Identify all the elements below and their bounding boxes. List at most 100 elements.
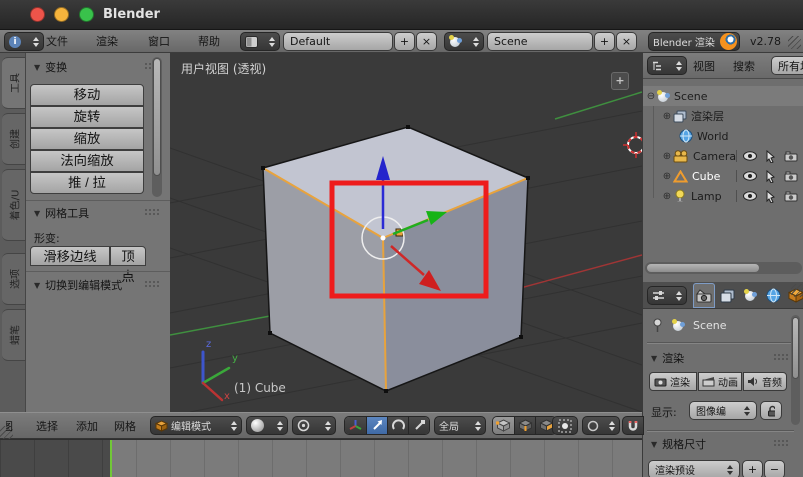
shrink-fatten-button[interactable]: 法向缩放 (30, 150, 144, 172)
transform-orientation-dropdown[interactable]: 全局 (434, 416, 486, 435)
screen-layout-selector[interactable] (240, 32, 280, 51)
outliner-row-world[interactable]: World (643, 126, 803, 146)
tab-tools[interactable]: 工具 (2, 57, 26, 109)
menu-mesh[interactable]: 网格 (114, 413, 136, 438)
panel-header-transform[interactable]: ▼ 变换 (34, 59, 67, 75)
visibility-eye-icon[interactable] (743, 171, 757, 181)
panel-drag-dots[interactable] (773, 353, 788, 361)
scale-button[interactable]: 缩放 (30, 128, 144, 150)
slide-edge-button[interactable]: 滑移边线 (30, 246, 110, 266)
editor-type-selector[interactable] (647, 56, 687, 75)
properties-scrollbar[interactable] (791, 315, 800, 425)
current-frame-marker[interactable] (110, 440, 112, 477)
rotate-button[interactable]: 旋转 (30, 106, 144, 128)
render-toggle-camera-icon[interactable] (784, 151, 798, 162)
edge-select-toggle[interactable] (514, 417, 535, 434)
panel-header-mesh-tools[interactable]: ▼ 网格工具 (34, 205, 89, 221)
outliner-row-lamp[interactable]: ⊕ Lamp (643, 186, 803, 206)
menu-view[interactable]: 视图 (6, 413, 32, 438)
menu-add[interactable]: 添加 (76, 413, 98, 438)
viewport-shading-dropdown[interactable] (246, 416, 288, 435)
snap-toggle[interactable] (622, 416, 644, 435)
expand-node-icon[interactable]: ⊕ (661, 111, 673, 122)
delete-scene-button[interactable]: × (616, 32, 637, 51)
render-toggle-camera-icon[interactable] (784, 171, 798, 182)
panel-drag-dots[interactable] (144, 280, 159, 288)
remove-preset-button[interactable]: − (764, 460, 785, 477)
resize-grip[interactable] (788, 36, 801, 49)
render-preset-dropdown[interactable]: 渲染预设 (648, 460, 740, 477)
selectability-cursor-icon[interactable] (765, 189, 776, 203)
tab-options[interactable]: 选项 (2, 253, 26, 305)
add-layout-button[interactable]: + (394, 32, 415, 51)
tab-render-layers[interactable] (716, 283, 738, 308)
close-window-icon[interactable] (30, 7, 45, 22)
occlude-geometry-toggle[interactable] (552, 416, 578, 435)
tab-create[interactable]: 创建 (2, 113, 26, 165)
selectability-cursor-icon[interactable] (765, 149, 776, 163)
delete-layout-button[interactable]: × (416, 32, 437, 51)
minimize-window-icon[interactable] (54, 7, 69, 22)
menu-help[interactable]: 帮助 (198, 30, 220, 52)
translate-button[interactable]: 移动 (30, 84, 144, 106)
render-button[interactable]: 渲染 (649, 372, 697, 391)
manipulator-scale-toggle[interactable] (408, 417, 429, 434)
expand-node-icon[interactable]: ⊕ (661, 171, 673, 182)
pin-icon[interactable] (651, 318, 664, 333)
tab-shading-uv[interactable]: 着色/U (2, 169, 26, 241)
maximize-window-icon[interactable] (79, 7, 94, 22)
expand-node-icon[interactable]: ⊕ (661, 151, 673, 162)
manipulator-rotate-toggle[interactable] (387, 417, 408, 434)
mode-dropdown[interactable]: 编辑模式 (150, 416, 242, 435)
outliner-scope-dropdown[interactable]: 所有场 (771, 56, 803, 75)
visibility-eye-icon[interactable] (743, 151, 757, 161)
menu-file[interactable]: 文件 (46, 30, 68, 52)
editor-type-selector[interactable] (647, 286, 687, 305)
outliner-row-camera[interactable]: ⊕ Camera (643, 146, 803, 166)
outliner-horizontal-scrollbar[interactable] (645, 262, 802, 274)
resize-grip[interactable] (791, 284, 803, 297)
tab-world[interactable] (762, 283, 784, 308)
toolshelf-scrollbar[interactable] (152, 57, 162, 197)
outliner-menu-view[interactable]: 视图 (693, 53, 715, 78)
open-region-button[interactable]: + (611, 72, 629, 90)
proportional-edit-dropdown[interactable] (582, 416, 620, 435)
manipulator-translate-toggle[interactable] (366, 417, 387, 434)
outliner-row-scene[interactable]: ⊖ Scene (643, 86, 803, 106)
expand-node-icon[interactable]: ⊕ (661, 191, 673, 202)
lock-interface-button[interactable] (760, 401, 782, 420)
visibility-eye-icon[interactable] (743, 191, 757, 201)
menu-window[interactable]: 窗口 (148, 30, 170, 52)
render-toggle-camera-icon[interactable] (784, 191, 798, 202)
scene-selector[interactable] (444, 32, 484, 51)
menu-select[interactable]: 选择 (36, 413, 58, 438)
outliner-menu-search[interactable]: 搜索 (733, 53, 755, 78)
editor-type-selector[interactable]: i (4, 32, 44, 51)
add-scene-button[interactable]: + (594, 32, 615, 51)
panel-drag-dots[interactable] (144, 208, 159, 216)
render-audio-button[interactable]: 音频 (743, 372, 787, 391)
panel-header-dimensions[interactable]: ▼ 规格尺寸 (651, 436, 706, 452)
manipulator-axes-icon[interactable] (345, 417, 366, 434)
add-preset-button[interactable]: + (742, 460, 763, 477)
render-animation-button[interactable]: 动画 (698, 372, 742, 391)
menu-render[interactable]: 渲染 (96, 30, 118, 52)
timeline[interactable] (0, 439, 642, 477)
pivot-point-dropdown[interactable] (292, 416, 336, 435)
panel-header-toggle-editmode[interactable]: ▼ 切换到编辑模式 (34, 277, 122, 293)
panel-header-render[interactable]: ▼ 渲染 (651, 350, 684, 366)
display-mode-dropdown[interactable]: 图像编 (689, 401, 757, 420)
tab-grease-pencil[interactable]: 蜡笔 (2, 309, 26, 361)
selectability-cursor-icon[interactable] (765, 169, 776, 183)
screen-layout-name-field[interactable]: Default (283, 32, 393, 51)
panel-drag-dots[interactable] (773, 439, 788, 447)
vertex-slide-button[interactable]: 顶点 (110, 246, 146, 284)
outliner-row-renderlayers[interactable]: ⊕ 渲染层 (643, 106, 803, 126)
tab-scene[interactable] (739, 283, 761, 308)
tab-render[interactable] (693, 283, 715, 308)
scene-name-field[interactable]: Scene (487, 32, 593, 51)
outliner-row-cube[interactable]: ⊕ Cube (643, 166, 803, 186)
collapse-node-icon[interactable]: ⊖ (645, 91, 657, 102)
push-pull-button[interactable]: 推 / 拉 (30, 172, 144, 194)
vertex-select-toggle[interactable] (493, 417, 514, 434)
